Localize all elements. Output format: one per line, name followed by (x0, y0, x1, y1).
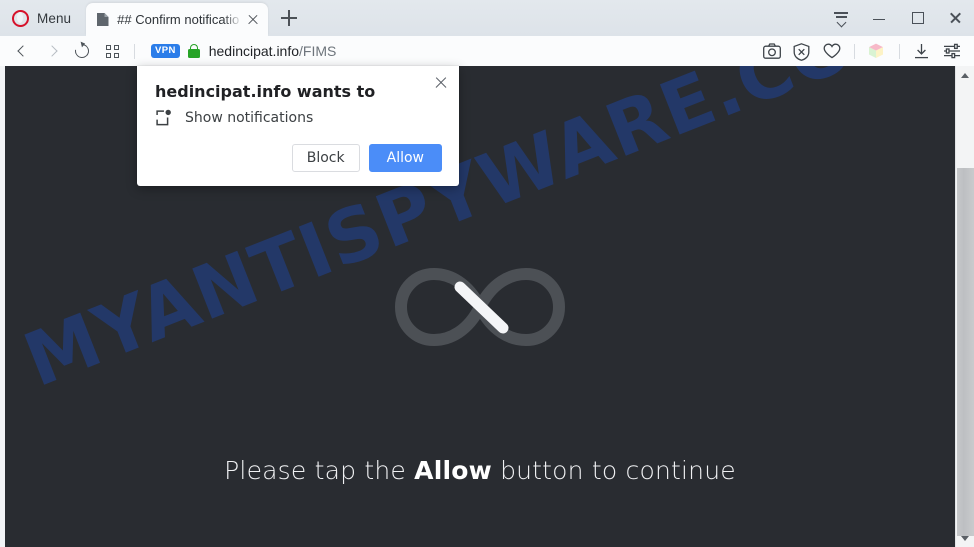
dialog-close-icon[interactable] (432, 74, 450, 92)
tab-menu-button[interactable] (822, 0, 860, 36)
sliders-icon (944, 43, 960, 59)
infinity-spinner-icon (390, 264, 570, 350)
page-document-icon (96, 12, 110, 27)
opera-menu-button[interactable]: Menu (0, 3, 81, 33)
opera-logo-icon (12, 9, 29, 27)
url-path: /FIMS (299, 43, 337, 59)
notification-permission-dialog: hedincipat.info wants to Show notificati… (137, 66, 459, 186)
tab-close-icon[interactable] (244, 11, 262, 29)
title-bar: Menu ## Confirm notificatio (0, 0, 974, 36)
toolbar-actions (758, 38, 966, 64)
toolbar-divider (134, 43, 135, 59)
new-tab-button[interactable] (274, 3, 304, 33)
browser-tab-title: ## Confirm notificatio (117, 12, 240, 27)
url-text: hedincipat.info/FIMS (209, 43, 337, 59)
toolbar-divider (899, 43, 900, 59)
reload-button[interactable] (68, 38, 98, 64)
menu-button-label: Menu (37, 10, 72, 26)
hint-prefix: Please tap the (224, 456, 415, 485)
my-flow-button[interactable] (863, 38, 891, 64)
browser-window: Menu ## Confirm notificatio VPN hedincip… (0, 0, 974, 547)
permission-label: Show notifications (185, 110, 314, 126)
dialog-buttons: Block Allow (291, 144, 442, 172)
downloads-button[interactable] (908, 38, 936, 64)
forward-button[interactable] (38, 38, 68, 64)
window-controls (822, 0, 974, 36)
notification-badge-icon (155, 109, 173, 127)
vpn-badge[interactable]: VPN (151, 44, 180, 58)
back-button[interactable] (8, 38, 38, 64)
permission-row: Show notifications (155, 109, 313, 127)
minimize-button[interactable] (860, 0, 898, 36)
easy-setup-button[interactable] (938, 38, 966, 64)
reload-icon (72, 41, 92, 61)
favorites-button[interactable] (818, 38, 846, 64)
url-field[interactable]: VPN hedincipat.info/FIMS (151, 43, 758, 59)
url-domain: hedincipat.info (208, 43, 300, 59)
download-icon (915, 44, 928, 59)
close-window-button[interactable] (936, 0, 974, 36)
allow-button[interactable]: Allow (368, 144, 442, 172)
snapshot-button[interactable] (758, 38, 786, 64)
scrollbar-thumb[interactable] (957, 168, 974, 536)
toolbar-divider (854, 43, 855, 59)
chevron-right-icon (46, 45, 58, 57)
grid-tiles-icon (106, 45, 119, 58)
shield-block-icon (793, 43, 810, 61)
address-bar: VPN hedincipat.info/FIMS (0, 36, 974, 66)
hint-emphasis: Allow (414, 456, 492, 485)
browser-tab[interactable]: ## Confirm notificatio (86, 3, 269, 36)
chevron-left-icon (17, 45, 29, 57)
page-hint-text: Please tap the Allow button to continue (5, 456, 955, 485)
loader-container (5, 264, 955, 350)
block-button[interactable]: Block (291, 144, 360, 172)
page-scrollbar[interactable] (955, 66, 974, 547)
hint-suffix: button to continue (491, 456, 736, 485)
scroll-down-arrow-icon[interactable] (956, 529, 974, 547)
dialog-title: hedincipat.info wants to (155, 82, 376, 101)
cube-icon (869, 43, 883, 58)
green-padlock-icon[interactable] (188, 43, 201, 59)
tiles-button[interactable] (98, 38, 128, 64)
camera-icon (763, 43, 781, 59)
heart-icon (823, 43, 841, 59)
maximize-button[interactable] (898, 0, 936, 36)
ad-blocker-button[interactable] (788, 38, 816, 64)
scroll-up-arrow-icon[interactable] (956, 66, 974, 84)
